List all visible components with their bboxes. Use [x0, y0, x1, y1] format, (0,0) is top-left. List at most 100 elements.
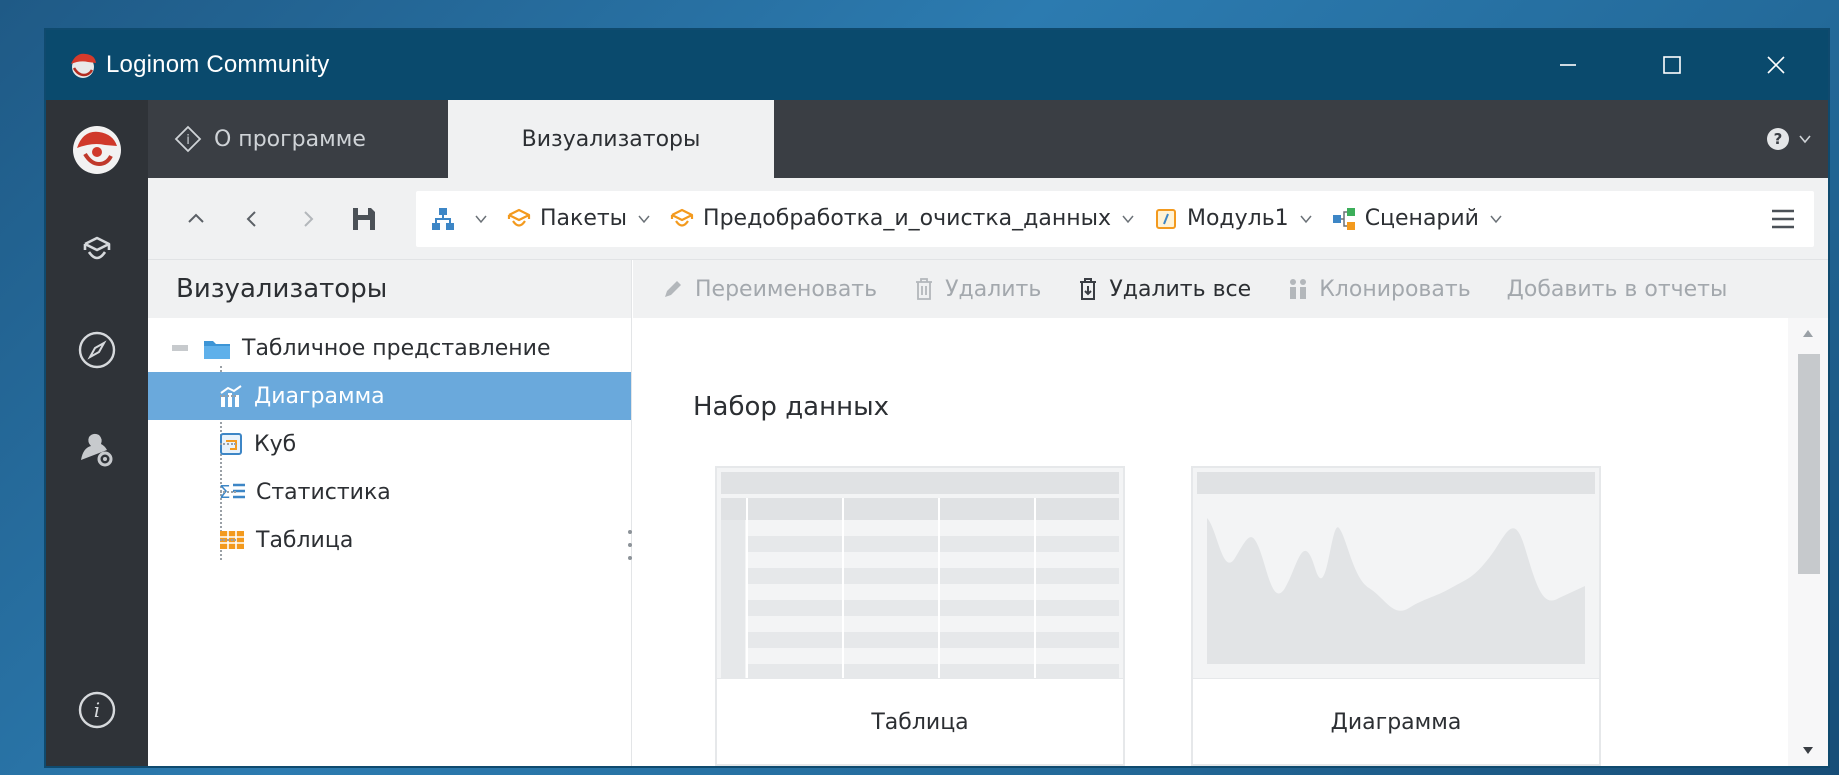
- scroll-thumb[interactable]: [1798, 354, 1820, 574]
- window-title: Loginom Community: [106, 51, 330, 78]
- tree-connector: [220, 443, 236, 445]
- chevron-down-icon: [1489, 212, 1503, 226]
- scenario-icon: [1331, 206, 1357, 232]
- delete-button[interactable]: Удалить: [913, 277, 1041, 302]
- tree-node-chart[interactable]: Диаграмма: [148, 372, 631, 420]
- delete-label: Удалить: [945, 276, 1042, 302]
- tree-node-label: Куб: [254, 431, 297, 457]
- avatar-icon: [73, 126, 121, 174]
- visualizer-content: Переименовать Удалить Удалить все Клонир…: [633, 260, 1828, 766]
- breadcrumb: Пакеты Предобработка_и_очистка_данных Мо…: [416, 190, 1814, 247]
- chevron-down-icon: [637, 212, 651, 226]
- tree-node-table-view[interactable]: Табличное представление: [148, 324, 631, 372]
- left-rail: i: [46, 100, 148, 766]
- window-controls: [1516, 30, 1828, 100]
- section-title: Набор данных: [693, 392, 890, 422]
- close-button[interactable]: [1724, 30, 1828, 100]
- nav-back-button[interactable]: [224, 191, 280, 247]
- nav-forward-button[interactable]: [280, 191, 336, 247]
- nav-up-button[interactable]: [168, 191, 224, 247]
- scroll-up-button[interactable]: [1788, 318, 1828, 348]
- collapse-icon[interactable]: [170, 337, 192, 359]
- tree-node-label: Табличное представление: [242, 335, 551, 361]
- hamburger-menu-button[interactable]: [1762, 207, 1804, 231]
- package-icon: [506, 206, 532, 232]
- tree-node-cube[interactable]: Куб: [148, 420, 631, 468]
- tree-connector: [220, 491, 236, 493]
- rename-button[interactable]: Переименовать: [661, 277, 877, 302]
- chevron-right-icon: [304, 210, 314, 227]
- compass-icon: [78, 331, 116, 369]
- add-to-reports-label: Добавить в отчеты: [1506, 276, 1728, 302]
- loginom-logo-icon: [71, 53, 96, 78]
- rail-packages-button[interactable]: [46, 200, 148, 300]
- card-label: Таблица: [717, 678, 1123, 766]
- scroll-down-button[interactable]: [1788, 736, 1828, 766]
- module-icon: [1153, 206, 1179, 232]
- breadcrumb-scenario-label: Сценарий: [1364, 206, 1479, 231]
- tree-node-label: Таблица: [256, 527, 354, 553]
- add-to-reports-button[interactable]: Добавить в отчеты: [1507, 277, 1728, 302]
- tree-node-table[interactable]: Таблица: [148, 516, 631, 564]
- package-icon: [669, 206, 695, 232]
- breadcrumb-scenario[interactable]: Сценарий: [1331, 206, 1515, 232]
- chevron-down-icon: [1121, 212, 1135, 226]
- rename-label: Переименовать: [695, 276, 878, 302]
- trash-all-icon: [1077, 277, 1099, 301]
- help-menu-button[interactable]: ?: [1766, 100, 1812, 178]
- chevron-down-icon: [1799, 135, 1811, 144]
- help-icon: ?: [1767, 128, 1789, 150]
- rail-admin-button[interactable]: [46, 400, 148, 500]
- tab-visualizers-label: Визуализаторы: [521, 126, 701, 152]
- chart-preview: [1193, 468, 1599, 678]
- breadcrumb-module[interactable]: Модуль1: [1153, 206, 1325, 232]
- visualizer-card-chart[interactable]: Диаграмма: [1191, 466, 1601, 766]
- info-diamond-icon: i: [174, 125, 202, 153]
- svg-text:?: ?: [1774, 130, 1783, 148]
- tree-node-statistics[interactable]: Σ Статистика: [148, 468, 631, 516]
- clone-icon: [1287, 277, 1309, 301]
- rail-avatar-button[interactable]: [46, 100, 148, 200]
- clone-button[interactable]: Клонировать: [1287, 276, 1471, 302]
- tree-connector: [220, 539, 236, 541]
- breadcrumb-root[interactable]: [430, 206, 500, 232]
- tree-connector: [220, 395, 236, 397]
- trash-icon: [913, 277, 935, 301]
- hamburger-icon: [1772, 209, 1794, 228]
- save-button[interactable]: [336, 191, 392, 247]
- delete-all-label: Удалить все: [1109, 276, 1252, 302]
- folder-icon: [202, 335, 232, 361]
- minimize-button[interactable]: [1516, 30, 1620, 100]
- visualizers-panel: Визуализаторы Табличное представление Ди…: [148, 260, 632, 766]
- triangle-down-icon: [1803, 747, 1813, 754]
- user-settings-icon: [81, 433, 113, 467]
- table-preview: [717, 468, 1123, 678]
- card-label: Диаграмма: [1193, 678, 1599, 766]
- breadcrumb-packages[interactable]: Пакеты: [506, 206, 663, 232]
- tree-node-label: Диаграмма: [254, 383, 385, 409]
- vertical-scrollbar[interactable]: [1788, 318, 1828, 766]
- triangle-up-icon: [1803, 330, 1813, 337]
- chevron-left-icon: [246, 210, 256, 227]
- chevron-down-icon: [1299, 212, 1313, 226]
- tab-about-label: О программе: [214, 126, 366, 152]
- tab-visualizers[interactable]: Визуализаторы: [448, 100, 774, 178]
- maximize-button[interactable]: [1620, 30, 1724, 100]
- breadcrumb-package[interactable]: Предобработка_и_очистка_данных: [669, 206, 1147, 232]
- visualizer-card-table[interactable]: Таблица: [715, 466, 1125, 766]
- navigation-toolbar: Пакеты Предобработка_и_очистка_данных Мо…: [148, 178, 1828, 260]
- package-icon: [83, 236, 111, 260]
- tab-about[interactable]: i О программе: [148, 100, 448, 178]
- delete-all-button[interactable]: Удалить все: [1077, 277, 1251, 302]
- pencil-icon: [661, 277, 685, 301]
- save-icon: [353, 207, 375, 230]
- maximize-icon: [1663, 56, 1681, 74]
- title-bar: Loginom Community: [46, 30, 1828, 100]
- rail-info-button[interactable]: i: [46, 660, 148, 760]
- chevron-up-icon: [188, 213, 204, 223]
- clone-label: Клонировать: [1319, 276, 1471, 302]
- close-icon: [1767, 56, 1785, 74]
- breadcrumb-package-label: Предобработка_и_очистка_данных: [703, 206, 1111, 231]
- rail-navigator-button[interactable]: [46, 300, 148, 400]
- minimize-icon: [1560, 64, 1576, 66]
